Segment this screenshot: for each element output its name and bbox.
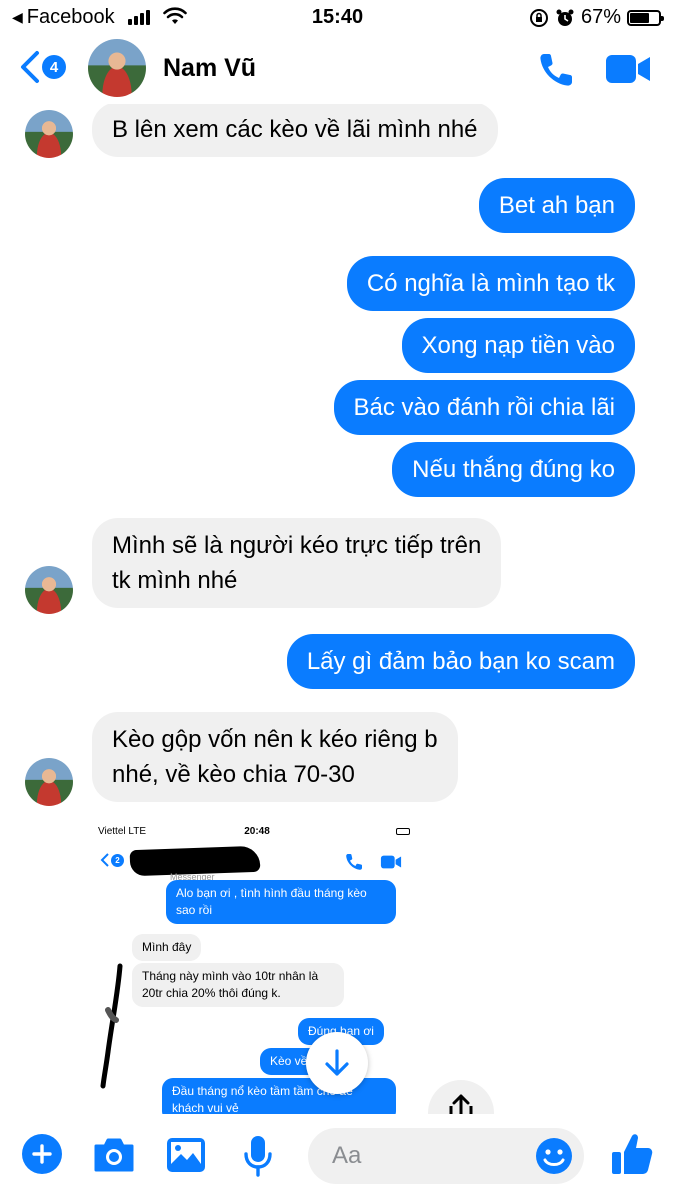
outgoing-message[interactable]: Có nghĩa là mình tạo tk [346,256,635,311]
message-text: Bác vào đánh rồi chia lãi [353,394,616,421]
embedded-incoming-message: Tháng này mình vào 10tr nhân là 20tr chi… [132,963,344,1007]
message-composer: Aa [0,1114,675,1200]
thumbs-up-icon[interactable] [610,1132,654,1178]
share-icon [449,1094,473,1116]
incoming-message[interactable]: B lên xem các kèo về lãi mình nhé [92,102,498,157]
incoming-message[interactable]: Kèo gộp vốn nên k kéo riêng b nhé, về kè… [92,712,458,802]
battery-icon [627,9,664,26]
plus-icon [32,1144,52,1164]
microphone-icon[interactable] [243,1134,273,1178]
outgoing-message[interactable]: Bet ah bạn [478,178,635,233]
sender-avatar[interactable] [25,110,73,158]
video-camera-icon[interactable] [604,52,652,86]
phone-icon[interactable] [536,50,576,90]
conversation-header: 4 Nam Vũ [0,36,675,104]
alarm-icon [556,9,574,26]
sender-avatar[interactable] [25,566,73,614]
message-text: Nếu thắng đúng ko [412,456,615,483]
embedded-badge: 2 [111,853,124,867]
message-text: Lấy gì đảm bảo bạn ko scam [306,648,615,675]
message-text: Kèo gộp vốn nên k kéo riêng b [112,726,438,753]
back-button[interactable]: 4 [20,50,66,84]
message-input-placeholder: Aa [332,1142,362,1169]
arrow-down-icon [325,1049,349,1076]
embedded-status-bar: Viettel LTE 20:48 [92,826,422,842]
message-text: Có nghĩa là mình tạo tk [366,270,615,297]
back-chevron-icon [21,51,39,83]
scroll-to-bottom-button[interactable] [306,1032,368,1094]
message-text: nhé, về kèo chia 70-30 [112,761,355,788]
emoji-icon[interactable] [534,1136,574,1176]
embedded-video-icon [380,855,402,869]
battery-percent: 67% [580,6,621,28]
incoming-message[interactable]: Mình sẽ là người kéo trực tiếp trên tk m… [92,518,502,608]
message-text: Xong nạp tiền vào [421,332,616,359]
embedded-phone-icon [346,854,362,870]
sender-avatar[interactable] [25,758,73,806]
unread-badge: 4 [42,55,66,79]
message-text: Mình sẽ là người kéo trực tiếp trên [112,532,482,559]
message-text: Bet ah bạn [498,192,615,219]
embedded-time: 20:48 [244,826,270,837]
contact-avatar[interactable] [88,39,146,97]
embedded-outgoing-message: Đầu tháng nổ kèo tầm tầm cho ae khách vu… [162,1078,396,1114]
pen-annotation-stroke [100,963,123,1089]
image-icon[interactable] [165,1136,207,1174]
embedded-incoming-message: Mình đây [132,934,202,961]
message-text: tk mình nhé [112,567,238,594]
shared-screenshot-image[interactable]: Viettel LTE 20:48 2 Messenger Alo bạn ơi… [92,822,422,1114]
contact-name[interactable]: Nam Vũ [163,54,256,83]
outgoing-message[interactable]: Bác vào đánh rồi chia lãi [333,380,635,435]
plus-button[interactable] [22,1134,62,1174]
outgoing-message[interactable]: Lấy gì đảm bảo bạn ko scam [286,634,635,689]
embedded-outgoing-message: Alo bạn ơi , tình hình đầu tháng kèo sao… [166,880,396,924]
embedded-back-icon: 2 [100,852,124,868]
outgoing-message[interactable]: Xong nạp tiền vào [401,318,635,373]
outgoing-message[interactable]: Nếu thắng đúng ko [392,442,635,497]
message-text: B lên xem các kèo về lãi mình nhé [112,116,478,143]
embedded-battery-icon [396,828,410,835]
orientation-lock-icon [529,8,548,27]
camera-icon[interactable] [92,1136,136,1174]
status-bar: ◀ Facebook 15:40 67% [0,0,675,36]
